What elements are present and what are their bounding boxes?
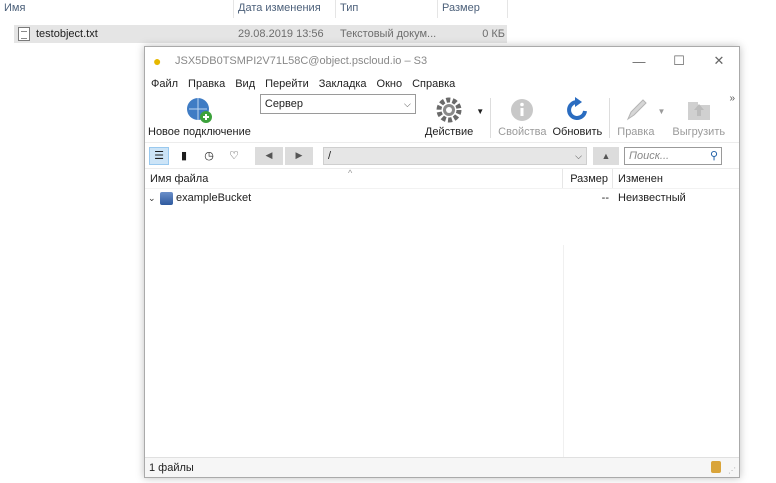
status-bar: 1 файлы ⋰ [145,457,739,477]
action-label: Действие [424,126,474,138]
browser-view-icon[interactable]: ☰ [149,146,169,165]
menu-window[interactable]: Окно [377,75,403,93]
explorer-col-size[interactable]: Размер [438,0,508,18]
explorer-file-row[interactable]: testobject.txt 29.08.2019 13:56 Текстовы… [14,25,507,43]
toolbar: Новое подключение Сервер ⌵ Действие ▼ Св… [145,93,739,143]
history-icon[interactable]: ◷ [199,147,219,165]
explorer-file-size: 0 КБ [482,28,505,40]
action-button[interactable]: Действие [422,96,476,138]
new-connection-button[interactable]: Новое подключение [145,96,254,138]
status-text: 1 файлы [149,462,194,474]
path-select[interactable]: / ⌵ [323,146,587,165]
explorer-col-name[interactable]: Имя [0,0,234,18]
info-icon [508,96,536,124]
server-select[interactable]: Сервер ⌵ [259,94,416,114]
upload-label: Выгрузить [672,126,726,138]
explorer-column-header: Имя Дата изменения Тип Размер [0,0,510,18]
upload-icon [685,96,713,124]
bucket-modified: Неизвестный [618,192,686,204]
explorer-file-name: testobject.txt [36,28,98,40]
menu-bookmark[interactable]: Закладка [319,75,367,93]
parent-folder-button[interactable]: ▲ [593,146,619,165]
upload-button[interactable]: Выгрузить [669,96,728,138]
title-bar: ● JSX5DB0TSMPI2V71L58C@object.pscloud.io… [145,47,739,75]
search-input[interactable]: Поиск... ⚲ [624,146,722,165]
new-connection-label: Новое подключение [148,126,251,138]
bucket-name: exampleBucket [176,192,252,204]
toolbar-overflow-icon[interactable]: » [729,93,735,104]
back-button[interactable]: ◀ [255,146,283,165]
edit-dropdown-icon[interactable]: ▼ [657,107,665,116]
maximize-icon[interactable]: ☐ [659,53,699,69]
toolbar-separator [490,98,492,138]
bonjour-icon[interactable]: ♡ [224,147,244,165]
edit-label: Правка [617,126,655,138]
server-select-value: Сервер [264,98,304,110]
menu-bar: Файл Правка Вид Перейти Закладка Окно Сп… [145,75,739,93]
arrow-left-icon: ◀ [265,150,273,160]
pencil-icon [622,96,650,124]
sort-ascending-icon: ^ [348,168,353,178]
minimize-icon[interactable]: — [619,54,659,69]
gear-icon [435,96,463,124]
search-placeholder: Поиск... [629,149,670,162]
menu-help[interactable]: Справка [412,75,455,93]
resize-grip-icon[interactable]: ⋰ [728,467,736,475]
list-item[interactable]: ⌄ exampleBucket -- Неизвестный [145,189,739,207]
path-value: / [328,149,332,162]
column-filename-label: Имя файла [150,173,209,185]
window-title: JSX5DB0TSMPI2V71L58C@object.pscloud.io –… [175,55,428,67]
close-icon[interactable]: ✕ [699,53,739,69]
explorer-col-type[interactable]: Тип [336,0,438,18]
bucket-icon [160,191,173,205]
chevron-down-icon: ⌵ [575,150,582,161]
explorer-file-date: 29.08.2019 13:56 [238,28,324,40]
action-dropdown-icon[interactable]: ▼ [476,107,484,116]
arrow-up-icon: ▲ [601,150,611,161]
file-list-header: ^ Имя файла Размер Изменен [145,168,739,189]
toolbar-separator [609,98,611,138]
chevron-down-icon[interactable]: ⌄ [148,189,158,207]
lock-icon[interactable] [711,461,721,473]
menu-go[interactable]: Перейти [265,75,309,93]
properties-button[interactable]: Свойства [495,96,549,138]
refresh-icon [563,96,591,124]
refresh-label: Обновить [552,126,603,138]
navigation-bar: ☰ ▮ ◷ ♡ ◀ ▶ / ⌵ ▲ Поиск... ⚲ [145,143,739,169]
text-file-icon [18,27,30,41]
search-icon[interactable]: ⚲ [710,148,718,164]
menu-view[interactable]: Вид [235,75,255,93]
chevron-down-icon: ⌵ [404,99,411,109]
column-divider [563,245,564,457]
duck-logo-icon: ● [153,53,162,69]
explorer-file-type: Текстовый докум... [340,28,437,40]
globe-plus-icon [185,96,213,124]
edit-button[interactable]: Правка [614,96,657,138]
menu-edit[interactable]: Правка [188,75,225,93]
column-filename[interactable]: ^ Имя файла [145,168,563,188]
bookmarks-icon[interactable]: ▮ [174,147,194,165]
refresh-button[interactable]: Обновить [549,96,605,138]
menu-file[interactable]: Файл [151,75,178,93]
bucket-size: -- [601,192,609,204]
properties-label: Свойства [498,126,547,138]
forward-button[interactable]: ▶ [285,146,313,165]
arrow-right-icon: ▶ [295,150,303,160]
column-modified[interactable]: Изменен [613,169,739,188]
explorer-col-date[interactable]: Дата изменения [234,0,336,18]
column-size[interactable]: Размер [563,169,613,188]
cyberduck-window: ● JSX5DB0TSMPI2V71L58C@object.pscloud.io… [144,46,740,478]
